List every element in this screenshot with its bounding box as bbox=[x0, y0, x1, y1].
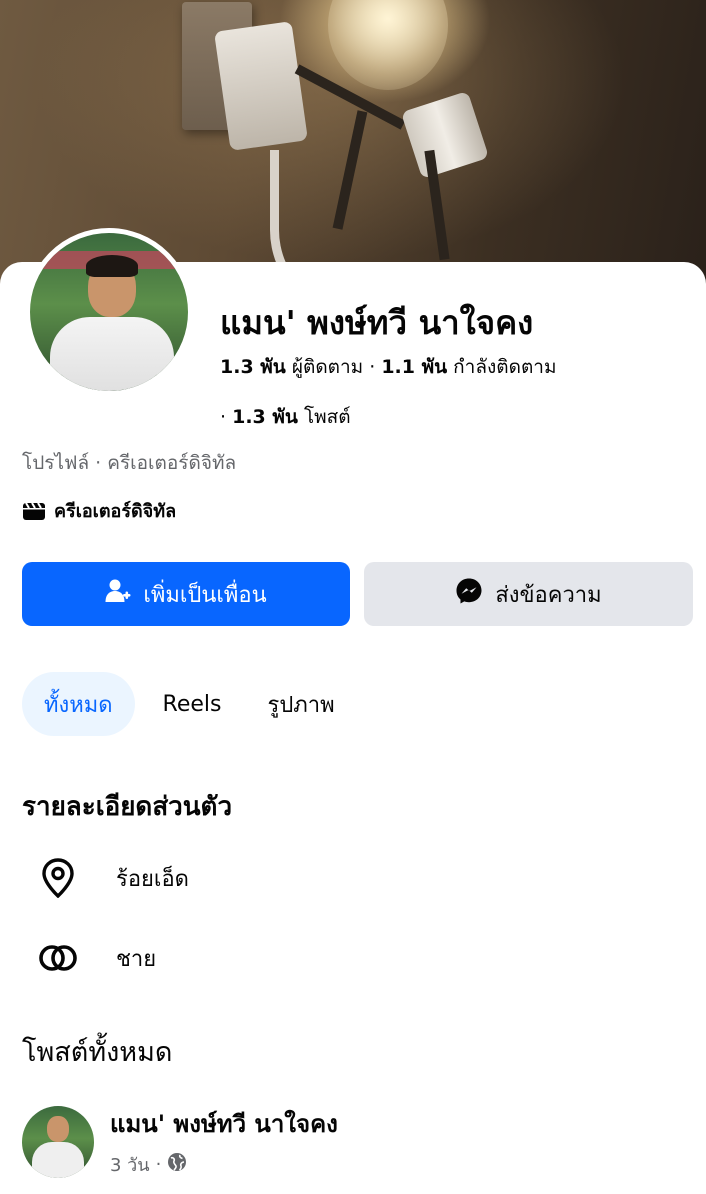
message-button[interactable]: ส่งข้อความ bbox=[364, 562, 693, 626]
following-label[interactable]: กำลังติดตาม bbox=[453, 356, 556, 378]
globe-icon bbox=[167, 1152, 187, 1177]
post-meta: 3 วัน · bbox=[110, 1150, 187, 1179]
detail-gender: ชาย bbox=[36, 936, 156, 980]
profile-stats-line-2: · 1.3 พัน โพสต์ bbox=[220, 402, 351, 432]
tab-all[interactable]: ทั้งหมด bbox=[22, 672, 135, 736]
profile-subtitle: โปรไฟล์ · ครีเอเตอร์ดิจิทัล bbox=[22, 452, 237, 474]
profile-stats-line-1: 1.3 พัน ผู้ติดตาม · 1.1 พัน กำลังติดตาม bbox=[220, 352, 556, 382]
all-posts-title: โพสต์ทั้งหมด bbox=[22, 1037, 173, 1068]
post-author-avatar[interactable] bbox=[22, 1106, 94, 1178]
following-count[interactable]: 1.1 พัน bbox=[381, 356, 447, 378]
profile-avatar[interactable] bbox=[25, 228, 193, 396]
posts-label: โพสต์ bbox=[303, 406, 351, 428]
avatar-person-hair bbox=[86, 255, 138, 277]
add-friend-icon bbox=[105, 578, 131, 610]
cover-plug bbox=[214, 21, 308, 151]
post-avatar-head bbox=[47, 1116, 69, 1142]
profile-category-label: ครีเอเตอร์ดิจิทัล bbox=[54, 501, 177, 522]
add-friend-button[interactable]: เพิ่มเป็นเพื่อน bbox=[22, 562, 350, 626]
stats-separator: · bbox=[369, 356, 376, 378]
add-friend-label: เพิ่มเป็นเพื่อน bbox=[143, 582, 267, 608]
post-author-name[interactable]: แมน' พงษ์ทวี นาใจคง bbox=[110, 1104, 338, 1143]
details-title: รายละเอียดส่วนตัว bbox=[22, 792, 233, 822]
clapperboard-icon bbox=[22, 501, 46, 521]
messenger-icon bbox=[455, 577, 483, 611]
profile-tabs: ทั้งหมด Reels รูปภาพ bbox=[22, 672, 367, 736]
detail-location: ร้อยเอ็ด bbox=[36, 856, 189, 900]
detail-gender-text: ชาย bbox=[116, 946, 157, 972]
posts-count: 1.3 พัน bbox=[232, 406, 298, 428]
location-pin-icon bbox=[36, 856, 80, 900]
gender-icon bbox=[36, 936, 80, 980]
followers-label[interactable]: ผู้ติดตาม bbox=[292, 356, 363, 378]
cover-bulb bbox=[328, 0, 448, 90]
post-meta-separator: · bbox=[155, 1154, 162, 1175]
post-time[interactable]: 3 วัน bbox=[110, 1150, 150, 1179]
message-label: ส่งข้อความ bbox=[495, 582, 602, 608]
profile-name: แมน' พงษ์ทวี นาใจคง bbox=[220, 303, 534, 342]
tab-photos[interactable]: รูปภาพ bbox=[254, 672, 349, 736]
tab-reels[interactable]: Reels bbox=[149, 672, 236, 736]
stats-separator: · bbox=[220, 406, 227, 428]
followers-count[interactable]: 1.3 พัน bbox=[220, 356, 286, 378]
detail-location-text: ร้อยเอ็ด bbox=[116, 866, 189, 892]
cover-bulb-base bbox=[400, 90, 490, 180]
post-avatar-body bbox=[32, 1142, 84, 1178]
profile-category: ครีเอเตอร์ดิจิทัล bbox=[22, 496, 176, 525]
avatar-person-body bbox=[50, 317, 174, 391]
